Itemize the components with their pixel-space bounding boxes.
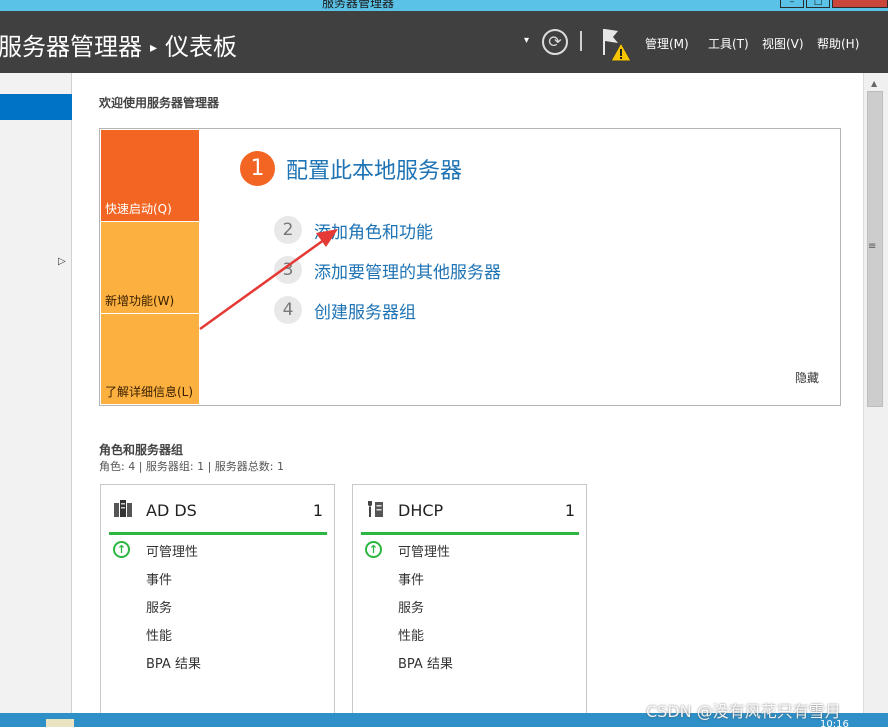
minimize-button[interactable]: – bbox=[780, 0, 804, 8]
tile-whats-new[interactable]: 新增功能(W) bbox=[101, 222, 199, 313]
scroll-grip-icon: ≡ bbox=[868, 241, 877, 252]
hide-link[interactable]: 隐藏 bbox=[795, 369, 819, 386]
card-row-manageability[interactable]: 可管理性 bbox=[398, 541, 450, 560]
dashboard-content: 欢迎使用服务器管理器 快速启动(Q) 新增功能(W) 了解详细信息(L) 1 配… bbox=[73, 73, 863, 727]
maximize-button[interactable]: □ bbox=[806, 0, 830, 8]
annotation-arrow bbox=[199, 229, 338, 331]
window-title: 服务器管理器 bbox=[322, 0, 395, 10]
breadcrumb: 服务器管理器 ▸ 仪表板 bbox=[0, 27, 237, 62]
dhcp-icon bbox=[368, 501, 383, 517]
scroll-up-icon[interactable]: ▲ bbox=[871, 79, 877, 88]
card-count: 1 bbox=[564, 501, 575, 520]
close-button[interactable] bbox=[832, 0, 888, 8]
tile-label: 快速启动(Q) bbox=[105, 202, 172, 216]
refresh-icon[interactable]: ⟳ bbox=[542, 29, 568, 55]
card-title: DHCP bbox=[398, 501, 444, 520]
tile-label: 了解详细信息(L) bbox=[105, 385, 194, 399]
role-card-ad-ds[interactable]: AD DS 1 ↑ 可管理性 事件 服务 性能 BPA 结果 bbox=[100, 484, 335, 727]
vertical-scrollbar[interactable]: ▲ ≡ bbox=[863, 73, 888, 727]
window-titlebar: 服务器管理器 – □ bbox=[0, 0, 888, 11]
flag-warning-icon[interactable] bbox=[600, 27, 634, 63]
card-row-services[interactable]: 服务 bbox=[398, 597, 424, 616]
card-row-events[interactable]: 事件 bbox=[146, 569, 172, 588]
card-row-bpa-results[interactable]: BPA 结果 bbox=[398, 653, 453, 672]
card-header[interactable]: AD DS 1 bbox=[109, 497, 327, 535]
card-row-services[interactable]: 服务 bbox=[146, 597, 172, 616]
menu-help[interactable]: 帮助(H) bbox=[817, 35, 859, 52]
card-row-events[interactable]: 事件 bbox=[398, 569, 424, 588]
tile-learn-more[interactable]: 了解详细信息(L) bbox=[101, 314, 199, 404]
breadcrumb-root[interactable]: 服务器管理器 bbox=[0, 33, 142, 61]
welcome-title: 欢迎使用服务器管理器 bbox=[99, 96, 220, 110]
nav-item-dashboard[interactable] bbox=[0, 94, 72, 120]
step-number: 1 bbox=[240, 151, 275, 186]
role-card-dhcp[interactable]: DHCP 1 ↑ 可管理性 事件 服务 性能 BPA 结果 bbox=[352, 484, 587, 727]
menu-manage[interactable]: 管理(M) bbox=[645, 35, 689, 52]
card-row-manageability[interactable]: 可管理性 bbox=[146, 541, 198, 560]
ad-ds-icon bbox=[114, 500, 132, 517]
history-dropdown-icon[interactable]: ▾ bbox=[524, 35, 529, 46]
app-header: 服务器管理器 ▸ 仪表板 ▾ ⟳ 管理(M) 工具(T) 视图(V) 帮助(H) bbox=[0, 11, 888, 73]
watermark: CSDN @没有风花只有雪月 bbox=[646, 702, 841, 721]
breadcrumb-separator-icon: ▸ bbox=[150, 40, 158, 56]
menu-tools[interactable]: 工具(T) bbox=[708, 35, 749, 52]
status-ok-icon: ↑ bbox=[365, 541, 382, 558]
tile-label: 新增功能(W) bbox=[105, 294, 175, 308]
expand-arrow-icon[interactable]: ▷ bbox=[58, 256, 66, 267]
roles-summary: 角色: 4 | 服务器组: 1 | 服务器总数: 1 bbox=[99, 460, 285, 473]
left-navigation: ▷ bbox=[0, 73, 72, 727]
taskbar-app-icon[interactable] bbox=[46, 719, 74, 727]
roles-title: 角色和服务器组 bbox=[99, 443, 184, 457]
header-divider bbox=[580, 31, 582, 51]
step-link[interactable]: 配置此本地服务器 bbox=[286, 153, 462, 185]
card-row-performance[interactable]: 性能 bbox=[146, 625, 172, 644]
card-header[interactable]: DHCP 1 bbox=[361, 497, 579, 535]
card-count: 1 bbox=[312, 501, 323, 520]
breadcrumb-current: 仪表板 bbox=[165, 33, 238, 61]
card-row-performance[interactable]: 性能 bbox=[398, 625, 424, 644]
welcome-panel: 快速启动(Q) 新增功能(W) 了解详细信息(L) 1 配置此本地服务器 2 添… bbox=[99, 128, 841, 406]
card-title: AD DS bbox=[146, 501, 197, 520]
status-ok-icon: ↑ bbox=[113, 541, 130, 558]
menu-view[interactable]: 视图(V) bbox=[762, 35, 804, 52]
card-row-bpa-results[interactable]: BPA 结果 bbox=[146, 653, 201, 672]
tile-quick-start[interactable]: 快速启动(Q) bbox=[101, 130, 199, 221]
